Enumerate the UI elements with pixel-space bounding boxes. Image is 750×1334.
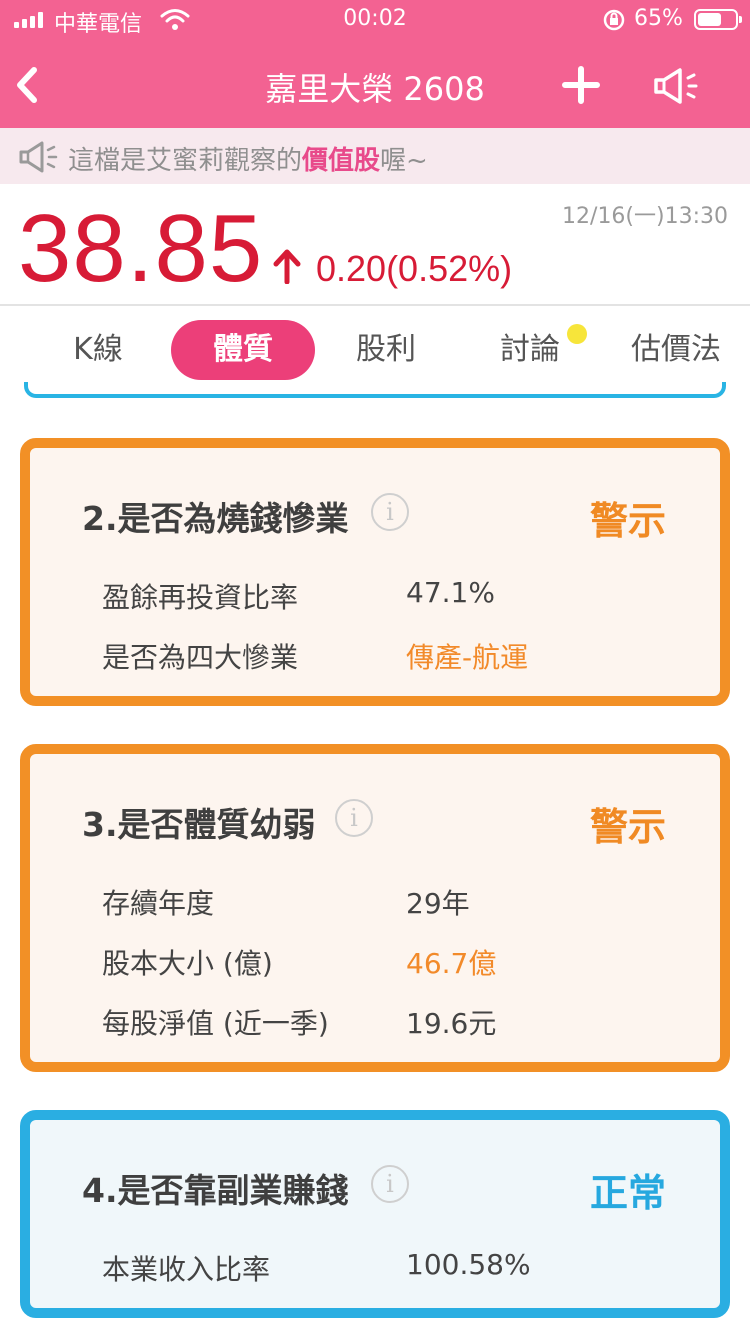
status-badge: 警示: [589, 499, 666, 543]
rotation-lock-icon: [603, 9, 625, 31]
row-label: 是否為四大慘業: [102, 641, 299, 674]
megaphone-icon[interactable]: [652, 66, 700, 106]
info-icon[interactable]: i: [335, 799, 373, 837]
row-label: 本業收入比率: [102, 1253, 271, 1286]
check-card: 4.是否靠副業賺錢 i 正常 本業收入比率 100.58%: [20, 1110, 730, 1318]
stock-price: 38.85: [18, 195, 264, 302]
notice-suffix: 喔~: [380, 146, 428, 176]
row-value: 19.6元: [406, 1007, 497, 1040]
row-value: 47.1%: [406, 576, 495, 609]
row-label: 存續年度: [102, 887, 215, 920]
tab-kline[interactable]: K線: [38, 320, 158, 380]
plus-icon[interactable]: [562, 66, 600, 104]
card-title: 3.是否體質幼弱: [82, 805, 316, 844]
notice-text: 這檔是艾蜜莉觀察的價值股喔~: [68, 140, 428, 177]
row-label: 股本大小 (億): [102, 947, 273, 980]
tab-bar: K線 體質 股利 討論 估價法: [0, 306, 750, 394]
check-card: 2.是否為燒錢慘業 i 警示 盈餘再投資比率 47.1% 是否為四大慘業 傳產-…: [20, 438, 730, 706]
row-value: 46.7億: [406, 947, 497, 980]
card-title: 2.是否為燒錢慘業: [82, 499, 349, 538]
megaphone-icon: [19, 141, 58, 173]
battery-level: [698, 13, 722, 26]
price-change: 0.20(0.52%): [316, 248, 513, 289]
tab-valuation[interactable]: 估價法: [612, 320, 740, 380]
info-icon[interactable]: i: [371, 493, 409, 531]
notice-prefix: 這檔是艾蜜莉觀察的: [68, 146, 303, 176]
page-title: 嘉里大榮 2608: [265, 70, 485, 108]
status-bar: 中華電信 00:02 65%: [0, 0, 750, 40]
notification-dot: [567, 324, 587, 344]
status-badge: 正常: [589, 1171, 666, 1215]
row-label: 盈餘再投資比率: [102, 581, 299, 614]
battery-percent: 65%: [634, 6, 683, 31]
card-bottom-edge: [24, 382, 726, 398]
up-arrow-icon: [273, 249, 301, 284]
quote-timestamp: 12/16(一)13:30: [562, 204, 728, 229]
battery-icon: [694, 9, 742, 30]
row-value: 100.58%: [406, 1248, 531, 1281]
status-badge: 警示: [589, 805, 666, 849]
info-icon[interactable]: i: [371, 1165, 409, 1203]
tab-fundamentals[interactable]: 體質: [171, 320, 315, 380]
notice-bar: 這檔是艾蜜莉觀察的價值股喔~: [0, 128, 750, 184]
row-value: 29年: [406, 887, 470, 920]
tab-dividend[interactable]: 股利: [326, 320, 446, 380]
header: 中華電信 00:02 65% 嘉里大榮 2608: [0, 0, 750, 128]
check-card: 3.是否體質幼弱 i 警示 存續年度 29年 股本大小 (億) 46.7億 每股…: [20, 744, 730, 1072]
row-label: 每股淨值 (近一季): [102, 1007, 329, 1040]
row-value: 傳產-航運: [406, 641, 529, 674]
card-title: 4.是否靠副業賺錢: [82, 1171, 349, 1210]
notice-highlight: 價值股: [302, 146, 381, 176]
